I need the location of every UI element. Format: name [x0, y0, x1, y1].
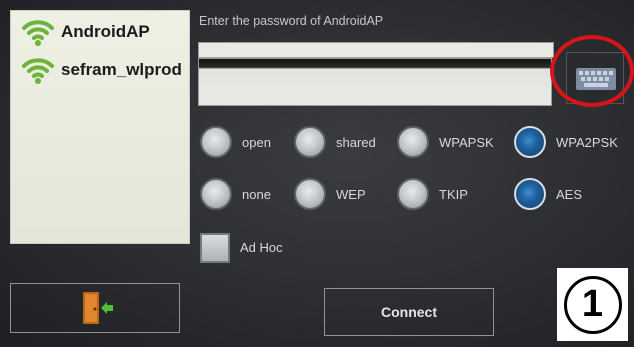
radio-button[interactable] [200, 178, 232, 210]
step-badge: 1 [557, 268, 628, 341]
adhoc-label: Ad Hoc [240, 240, 283, 255]
back-button[interactable] [10, 283, 180, 333]
radio-none[interactable]: none [200, 178, 271, 210]
wifi-icon [22, 20, 54, 46]
radio-tkip[interactable]: TKIP [397, 178, 468, 210]
network-item-androidap[interactable]: AndroidAP [21, 17, 150, 47]
radio-button[interactable] [200, 126, 232, 158]
step-number: 1 [563, 275, 622, 334]
network-ssid: sefram_wlprod [61, 60, 182, 79]
keyboard-button[interactable] [566, 52, 624, 104]
radio-label: none [242, 186, 271, 202]
keyboard-icon [576, 68, 616, 90]
password-field-frame [198, 42, 554, 58]
radio-aes[interactable]: AES [514, 178, 582, 210]
radio-label: WEP [336, 186, 366, 202]
radio-label: AES [556, 186, 583, 202]
radio-button-selected[interactable] [514, 126, 546, 158]
radio-label: TKIP [439, 186, 468, 202]
password-prompt: Enter the password of AndroidAP [199, 14, 384, 28]
radio-label: open [242, 134, 271, 150]
radio-label: WPAPSK [439, 134, 494, 150]
radio-label: shared [336, 134, 376, 150]
radio-wpapsk[interactable]: WPAPSK [397, 126, 494, 158]
wifi-config-screen: AndroidAP sefram_wlprod Enter the passwo… [0, 0, 634, 347]
radio-button[interactable] [294, 178, 326, 210]
network-list: AndroidAP sefram_wlprod [10, 10, 190, 244]
radio-button[interactable] [397, 126, 429, 158]
network-ssid: AndroidAP [61, 22, 150, 41]
radio-label: WPA2PSK [556, 134, 618, 150]
radio-button[interactable] [294, 126, 326, 158]
radio-button[interactable] [397, 178, 429, 210]
network-item-sefram-wlprod[interactable]: sefram_wlprod [21, 55, 182, 85]
exit-door-icon [83, 292, 113, 324]
adhoc-checkbox[interactable] [200, 233, 230, 263]
radio-wpa2psk[interactable]: WPA2PSK [514, 126, 618, 158]
radio-wep[interactable]: WEP [294, 178, 366, 210]
password-input[interactable] [198, 58, 552, 106]
connect-button[interactable]: Connect [324, 288, 494, 336]
radio-open[interactable]: open [200, 126, 271, 158]
wifi-icon [22, 58, 54, 84]
radio-shared[interactable]: shared [294, 126, 376, 158]
radio-button-selected[interactable] [514, 178, 546, 210]
